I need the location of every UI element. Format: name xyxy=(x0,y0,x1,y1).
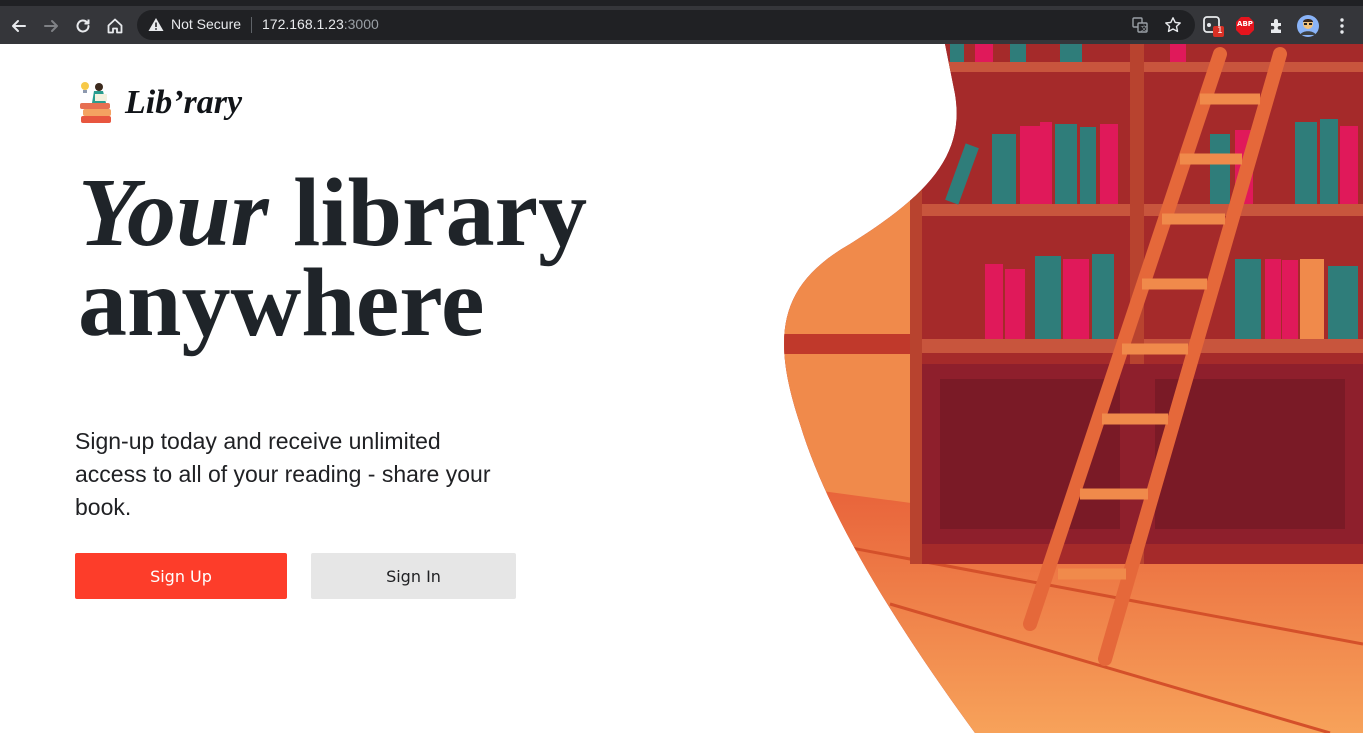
hero-line-2: anywhere xyxy=(78,249,485,357)
forward-icon[interactable] xyxy=(39,14,63,38)
adblock-label: ABP xyxy=(1237,20,1253,28)
profile-avatar-icon[interactable] xyxy=(1296,14,1320,38)
browser-menu-icon[interactable] xyxy=(1330,14,1354,38)
library-illustration xyxy=(784,44,1363,733)
brand-name: Lib’rary xyxy=(125,84,243,121)
hero-heading: Your library anywhere xyxy=(78,164,718,357)
translate-icon[interactable]: 文 xyxy=(1130,15,1150,35)
hero-description: Sign-up today and receive unlimited acce… xyxy=(75,428,491,520)
bookmark-star-icon[interactable] xyxy=(1163,15,1183,35)
extensions-puzzle-icon[interactable] xyxy=(1265,14,1289,38)
url-host: 172.168.1.23 xyxy=(262,16,344,32)
home-icon[interactable] xyxy=(103,14,127,38)
signin-button[interactable]: Sign In xyxy=(311,553,516,599)
back-icon[interactable] xyxy=(7,14,31,38)
svg-text:文: 文 xyxy=(1141,24,1148,33)
url-port: :3000 xyxy=(343,16,379,32)
warning-icon xyxy=(147,16,165,34)
adblock-icon[interactable]: ABP xyxy=(1233,14,1257,38)
omnibox-divider xyxy=(251,17,252,33)
brand-logo[interactable]: Lib’rary xyxy=(75,78,265,128)
reader-on-books-icon xyxy=(80,82,111,123)
hero-line-1: Your library xyxy=(78,164,718,262)
extension-badge: 1 xyxy=(1217,26,1223,36)
signup-button[interactable]: Sign Up xyxy=(75,553,287,599)
reload-icon[interactable] xyxy=(71,14,95,38)
security-label[interactable]: Not Secure xyxy=(171,16,241,32)
extension-counter-icon[interactable]: 1 xyxy=(1201,14,1225,38)
url-text[interactable]: 172.168.1.23:3000 xyxy=(262,16,379,32)
browser-toolbar: Not Secure 172.168.1.23:3000 文 1 ABP xyxy=(0,0,1363,44)
address-bar[interactable]: Not Secure 172.168.1.23:3000 文 xyxy=(137,10,1195,40)
